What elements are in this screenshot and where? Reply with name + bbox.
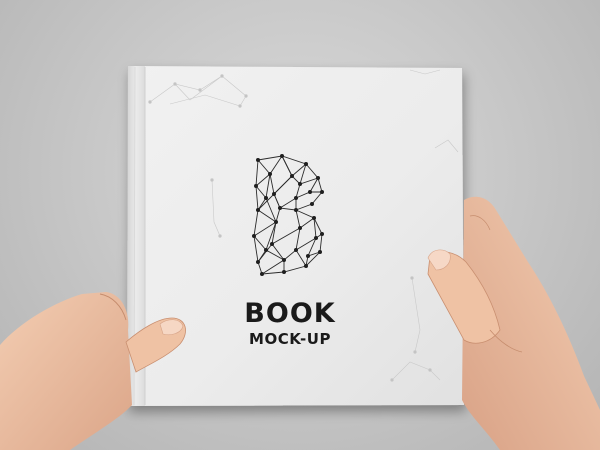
book-cover [128, 66, 464, 406]
book [127, 66, 464, 406]
left-hand-palm [0, 292, 132, 450]
book-mockup-scene: BOOK MOCK-UP [0, 66, 600, 450]
book-subtitle: MOCK-UP [249, 330, 331, 348]
book-title: BOOK [244, 298, 335, 329]
